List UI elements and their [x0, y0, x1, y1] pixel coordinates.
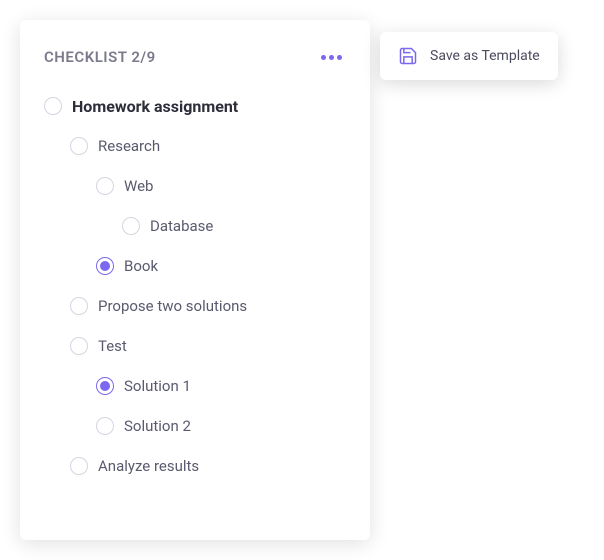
save-template-menu-item[interactable]: Save as Template	[380, 32, 558, 80]
checklist-item: Solution 2	[44, 410, 346, 442]
card-header: CHECKLIST 2/9	[44, 48, 346, 66]
checklist-item: Web	[44, 170, 346, 202]
checklist-item-label: Book	[124, 257, 158, 275]
checklist-radio[interactable]	[70, 337, 88, 355]
more-options-button[interactable]	[317, 51, 346, 64]
checklist-radio[interactable]	[96, 417, 114, 435]
checklist-item-label: Database	[150, 217, 213, 235]
dots-icon	[337, 55, 342, 60]
checklist-item-label: Analyze results	[98, 457, 199, 475]
checklist-items: Homework assignment Research Web Database Bo…	[44, 90, 346, 482]
checklist-item: Database	[44, 210, 346, 242]
checklist-item-label: Test	[98, 337, 127, 355]
checklist-item-label: Homework assignment	[72, 97, 238, 116]
checklist-radio[interactable]	[96, 177, 114, 195]
dots-icon	[329, 55, 334, 60]
checklist-item-label: Propose two solutions	[98, 297, 247, 315]
checklist-radio[interactable]	[96, 257, 114, 275]
save-template-label: Save as Template	[430, 48, 540, 64]
dots-icon	[321, 55, 326, 60]
checklist-radio[interactable]	[96, 377, 114, 395]
checklist-radio[interactable]	[70, 137, 88, 155]
checklist-item-label: Solution 1	[124, 377, 191, 395]
checklist-item-label: Web	[124, 177, 153, 195]
checklist-radio[interactable]	[122, 217, 140, 235]
checklist-title: CHECKLIST 2/9	[44, 48, 156, 66]
checklist-card: CHECKLIST 2/9 Homework assignment Researc…	[20, 20, 370, 540]
checklist-item: Propose two solutions	[44, 290, 346, 322]
checklist-item: Research	[44, 130, 346, 162]
checklist-item-label: Solution 2	[124, 417, 191, 435]
save-icon	[398, 46, 418, 66]
checklist-item: Test	[44, 330, 346, 362]
checklist-radio[interactable]	[44, 97, 62, 115]
checklist-item-label: Research	[98, 137, 160, 155]
checklist-radio[interactable]	[70, 457, 88, 475]
checklist-item: Analyze results	[44, 450, 346, 482]
checklist-item: Solution 1	[44, 370, 346, 402]
checklist-item: Homework assignment	[44, 90, 346, 122]
checklist-radio[interactable]	[70, 297, 88, 315]
checklist-item: Book	[44, 250, 346, 282]
